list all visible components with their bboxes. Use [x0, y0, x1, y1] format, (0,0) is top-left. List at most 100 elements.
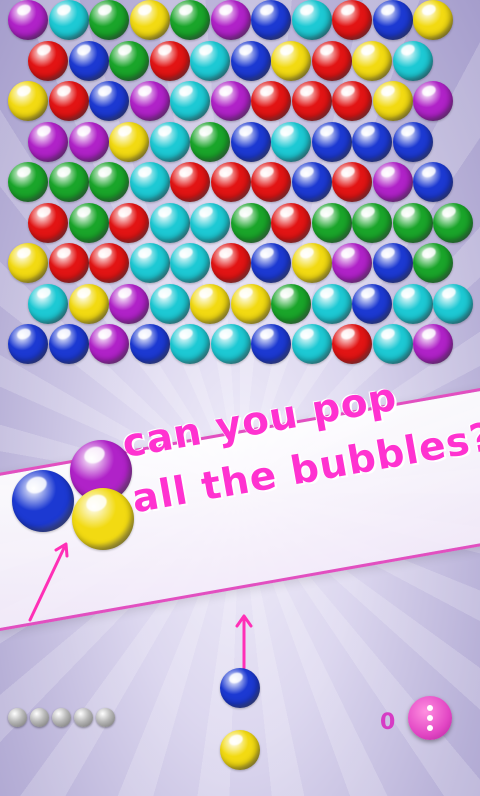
purple-bubble	[413, 324, 453, 364]
cyan-bubble	[190, 40, 230, 81]
green-bubble	[190, 121, 230, 162]
menu-dot	[427, 725, 433, 731]
purple-bubble	[68, 121, 109, 162]
purple-bubble	[413, 81, 453, 121]
shooter-current-bubble[interactable]	[220, 668, 260, 708]
game-board[interactable]: can you pop all the bubbles? 0	[0, 0, 480, 796]
blue-bubble	[352, 121, 392, 162]
cyan-bubble	[433, 283, 473, 324]
red-bubble	[89, 243, 129, 283]
cyan-bubble	[129, 243, 170, 283]
cyan-bubble	[210, 324, 251, 364]
red-bubble	[271, 202, 311, 243]
score-label: 0	[380, 710, 396, 735]
promo-arrow-icon	[28, 542, 69, 622]
green-bubble	[8, 162, 48, 202]
life-ball	[30, 708, 49, 727]
yellow-bubble	[352, 40, 392, 81]
cyan-bubble	[129, 162, 170, 202]
green-bubble	[89, 0, 129, 40]
blue-bubble	[230, 121, 271, 162]
yellow-bubble	[413, 0, 453, 40]
cyan-bubble	[271, 121, 311, 162]
cyan-bubble	[190, 202, 230, 243]
green-bubble	[89, 162, 129, 202]
blue-bubble	[372, 243, 413, 283]
purple-bubble	[372, 162, 413, 202]
yellow-bubble	[68, 283, 109, 324]
cyan-bubble	[28, 283, 68, 324]
cyan-bubble	[392, 283, 433, 324]
yellow-bubble	[271, 40, 311, 81]
cyan-bubble	[149, 121, 190, 162]
red-bubble	[251, 81, 291, 121]
red-bubble	[28, 40, 68, 81]
blue-bubble	[291, 162, 332, 202]
promo-blue-bubble	[12, 470, 74, 532]
purple-bubble	[8, 0, 48, 40]
green-bubble	[271, 283, 311, 324]
blue-bubble	[251, 324, 291, 364]
red-bubble	[48, 243, 89, 283]
yellow-bubble	[8, 81, 48, 121]
promo-yellow-bubble	[72, 488, 134, 550]
red-bubble	[210, 243, 251, 283]
blue-bubble	[413, 162, 453, 202]
yellow-bubble	[291, 243, 332, 283]
yellow-bubble	[190, 283, 230, 324]
life-ball	[74, 708, 93, 727]
blue-bubble	[311, 121, 352, 162]
shooter-next-bubble[interactable]	[220, 730, 260, 770]
blue-bubble	[68, 40, 109, 81]
purple-bubble	[210, 81, 251, 121]
green-bubble	[413, 243, 453, 283]
blue-bubble	[230, 40, 271, 81]
red-bubble	[251, 162, 291, 202]
green-bubble	[68, 202, 109, 243]
blue-bubble	[251, 243, 291, 283]
red-bubble	[109, 202, 149, 243]
yellow-bubble	[230, 283, 271, 324]
red-bubble	[332, 162, 372, 202]
cyan-bubble	[311, 283, 352, 324]
red-bubble	[210, 162, 251, 202]
menu-dot	[427, 715, 433, 721]
purple-bubble	[28, 121, 68, 162]
purple-bubble	[89, 324, 129, 364]
red-bubble	[28, 202, 68, 243]
cyan-bubble	[372, 324, 413, 364]
blue-bubble	[89, 81, 129, 121]
purple-bubble	[210, 0, 251, 40]
blue-bubble	[129, 324, 170, 364]
menu-dot	[427, 705, 433, 711]
yellow-bubble	[372, 81, 413, 121]
yellow-bubble	[8, 243, 48, 283]
purple-bubble	[332, 243, 372, 283]
red-bubble	[332, 0, 372, 40]
green-bubble	[392, 202, 433, 243]
aim-arrow-icon	[235, 614, 253, 670]
green-bubble	[311, 202, 352, 243]
cyan-bubble	[48, 0, 89, 40]
cyan-bubble	[291, 324, 332, 364]
cyan-bubble	[291, 0, 332, 40]
blue-bubble	[372, 0, 413, 40]
lives-indicator	[8, 708, 115, 727]
green-bubble	[109, 40, 149, 81]
blue-bubble	[251, 0, 291, 40]
green-bubble	[170, 0, 210, 40]
life-ball	[8, 708, 27, 727]
green-bubble	[352, 202, 392, 243]
red-bubble	[311, 40, 352, 81]
cyan-bubble	[170, 243, 210, 283]
red-bubble	[149, 40, 190, 81]
red-bubble	[48, 81, 89, 121]
blue-bubble	[352, 283, 392, 324]
yellow-bubble	[129, 0, 170, 40]
yellow-bubble	[109, 121, 149, 162]
cyan-bubble	[392, 40, 433, 81]
menu-button[interactable]	[408, 696, 452, 740]
cyan-bubble	[149, 283, 190, 324]
life-ball	[96, 708, 115, 727]
blue-bubble	[392, 121, 433, 162]
